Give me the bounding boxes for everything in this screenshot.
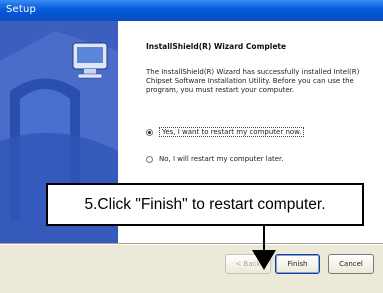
- window-title: Setup: [6, 4, 37, 15]
- restart-now-label[interactable]: Yes, I want to restart my computer now.: [159, 127, 305, 137]
- restart-later-option[interactable]: No, I will restart my computer later.: [146, 155, 284, 163]
- cancel-button[interactable]: Cancel: [328, 254, 374, 274]
- button-separator: [0, 243, 383, 245]
- title-bar[interactable]: Setup: [0, 0, 383, 21]
- restart-now-option[interactable]: Yes, I want to restart my computer now.: [146, 127, 305, 137]
- setup-window: Setup InstallShield(R) Wizard Complete T…: [0, 0, 383, 293]
- restart-later-label[interactable]: No, I will restart my computer later.: [159, 155, 284, 163]
- instruction-callout: 5.Click "Finish" to restart computer.: [46, 183, 364, 226]
- restart-later-radio[interactable]: [146, 155, 153, 163]
- wizard-message: The InstallShield(R) Wizard has successf…: [146, 68, 360, 94]
- finish-button[interactable]: Finish: [275, 254, 320, 274]
- restart-now-radio[interactable]: [146, 128, 153, 136]
- wizard-heading: InstallShield(R) Wizard Complete: [146, 42, 287, 51]
- back-button[interactable]: < Back: [225, 254, 271, 274]
